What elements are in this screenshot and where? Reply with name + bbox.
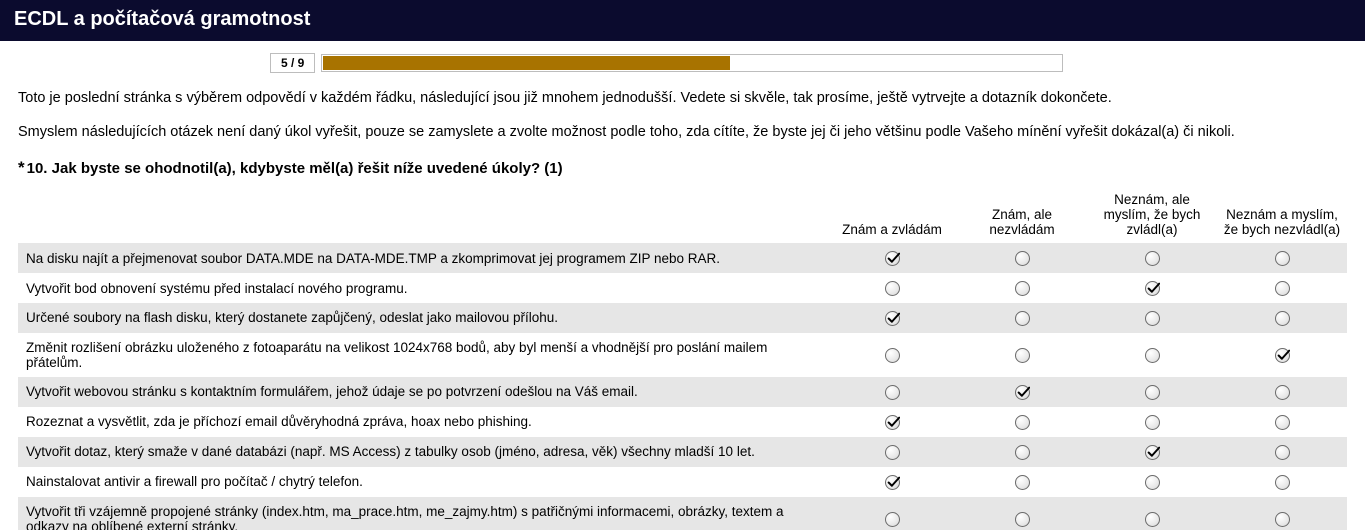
radio-option[interactable] bbox=[885, 311, 900, 326]
radio-option[interactable] bbox=[1145, 281, 1160, 296]
radio-option[interactable] bbox=[1015, 385, 1030, 400]
table-row: Vytvořit tři vzájemně propojené stránky … bbox=[18, 497, 1347, 530]
radio-option[interactable] bbox=[1145, 311, 1160, 326]
row-label: Rozeznat a vysvětlit, zda je příchozí em… bbox=[18, 407, 827, 437]
radio-option[interactable] bbox=[1145, 475, 1160, 490]
radio-option[interactable] bbox=[885, 348, 900, 363]
column-header-4: Neznám a myslím, že bych nezvládl(a) bbox=[1217, 188, 1347, 243]
table-row: Nainstalovat antivir a firewall pro počí… bbox=[18, 467, 1347, 497]
radio-option[interactable] bbox=[1145, 415, 1160, 430]
radio-option[interactable] bbox=[885, 512, 900, 527]
radio-option[interactable] bbox=[885, 251, 900, 266]
table-row: Vytvořit webovou stránku s kontaktním fo… bbox=[18, 377, 1347, 407]
radio-option[interactable] bbox=[1015, 445, 1030, 460]
radio-option[interactable] bbox=[1015, 251, 1030, 266]
radio-option[interactable] bbox=[1015, 415, 1030, 430]
radio-option[interactable] bbox=[1275, 281, 1290, 296]
radio-option[interactable] bbox=[1145, 348, 1160, 363]
radio-option[interactable] bbox=[1275, 445, 1290, 460]
progress-bar-track bbox=[321, 54, 1063, 72]
page-title: ECDL a počítačová gramotnost bbox=[14, 8, 310, 30]
question-title: *10. Jak byste se ohodnotil(a), kdybyste… bbox=[0, 144, 1365, 188]
radio-option[interactable] bbox=[1145, 385, 1160, 400]
intro-paragraph-1: Toto je poslední stránka s výběrem odpov… bbox=[0, 83, 1365, 111]
intro-paragraph-2: Smyslem následujících otázek není daný ú… bbox=[0, 111, 1365, 145]
table-row: Rozeznat a vysvětlit, zda je příchozí em… bbox=[18, 407, 1347, 437]
radio-option[interactable] bbox=[1015, 475, 1030, 490]
rating-matrix: Znám a zvládám Znám, ale nezvládám Nezná… bbox=[18, 188, 1347, 530]
question-title-text: 10. Jak byste se ohodnotil(a), kdybyste … bbox=[27, 160, 563, 177]
row-label: Určené soubory na flash disku, který dos… bbox=[18, 303, 827, 333]
matrix-header-row: Znám a zvládám Znám, ale nezvládám Nezná… bbox=[18, 188, 1347, 243]
radio-option[interactable] bbox=[1015, 512, 1030, 527]
required-asterisk-icon: * bbox=[18, 158, 27, 177]
page-header: ECDL a počítačová gramotnost bbox=[0, 0, 1365, 41]
radio-option[interactable] bbox=[1145, 445, 1160, 460]
main-scroll-area[interactable]: ECDL a počítačová gramotnost 5 / 9 Toto … bbox=[0, 0, 1365, 530]
radio-option[interactable] bbox=[1015, 348, 1030, 363]
progress-bar-fill bbox=[323, 56, 730, 70]
column-header-1: Znám a zvládám bbox=[827, 188, 957, 243]
radio-option[interactable] bbox=[885, 281, 900, 296]
row-label: Změnit rozlišení obrázku uloženého z fot… bbox=[18, 333, 827, 377]
radio-option[interactable] bbox=[1275, 475, 1290, 490]
radio-option[interactable] bbox=[1145, 512, 1160, 527]
radio-option[interactable] bbox=[1275, 251, 1290, 266]
progress-bar-section: 5 / 9 bbox=[270, 41, 1365, 83]
radio-option[interactable] bbox=[1275, 512, 1290, 527]
radio-option[interactable] bbox=[1015, 311, 1030, 326]
row-label: Nainstalovat antivir a firewall pro počí… bbox=[18, 467, 827, 497]
radio-option[interactable] bbox=[1275, 311, 1290, 326]
table-row: Určené soubory na flash disku, který dos… bbox=[18, 303, 1347, 333]
radio-option[interactable] bbox=[1145, 251, 1160, 266]
radio-option[interactable] bbox=[1275, 385, 1290, 400]
table-row: Vytvořit dotaz, který smaže v dané datab… bbox=[18, 437, 1347, 467]
row-label: Vytvořit webovou stránku s kontaktním fo… bbox=[18, 377, 827, 407]
column-header-2: Znám, ale nezvládám bbox=[957, 188, 1087, 243]
radio-option[interactable] bbox=[1015, 281, 1030, 296]
row-label: Vytvořit bod obnovení systému před insta… bbox=[18, 273, 827, 303]
radio-option[interactable] bbox=[885, 475, 900, 490]
radio-option[interactable] bbox=[885, 415, 900, 430]
progress-label: 5 / 9 bbox=[270, 53, 315, 73]
radio-option[interactable] bbox=[1275, 348, 1290, 363]
radio-option[interactable] bbox=[885, 445, 900, 460]
table-row: Na disku najít a přejmenovat soubor DATA… bbox=[18, 243, 1347, 273]
radio-option[interactable] bbox=[885, 385, 900, 400]
table-row: Změnit rozlišení obrázku uloženého z fot… bbox=[18, 333, 1347, 377]
row-label: Vytvořit dotaz, který smaže v dané datab… bbox=[18, 437, 827, 467]
table-row: Vytvořit bod obnovení systému před insta… bbox=[18, 273, 1347, 303]
column-header-3: Neznám, ale myslím, že bych zvládl(a) bbox=[1087, 188, 1217, 243]
row-label: Vytvořit tři vzájemně propojené stránky … bbox=[18, 497, 827, 530]
row-label: Na disku najít a přejmenovat soubor DATA… bbox=[18, 243, 827, 273]
radio-option[interactable] bbox=[1275, 415, 1290, 430]
